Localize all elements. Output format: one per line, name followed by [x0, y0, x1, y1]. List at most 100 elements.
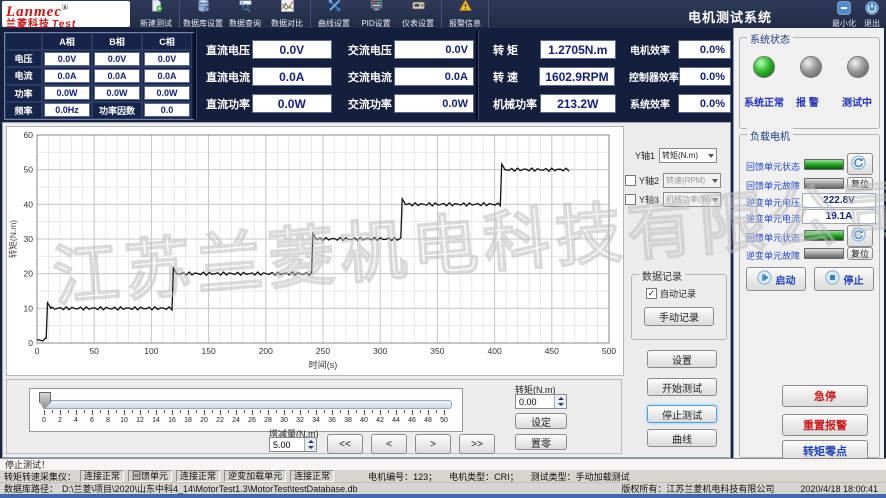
slider-tick — [332, 410, 333, 415]
app-title: 电机测试系统 — [688, 7, 772, 26]
y2-select[interactable]: 转速(RPM) — [663, 173, 721, 188]
data-record-title: 数据记录 — [639, 268, 685, 283]
slider-tick — [276, 410, 277, 413]
auto-record-checkbox[interactable]: ✓ — [646, 288, 657, 299]
testing-led — [847, 56, 869, 78]
torque-set-spinner[interactable]: 0.00 — [515, 394, 567, 409]
svg-text:0: 0 — [28, 338, 33, 348]
y1-select[interactable]: 转矩(N.m) — [659, 148, 717, 163]
database-settings-icon — [197, 0, 210, 18]
slider-tick — [268, 410, 269, 415]
exit-button[interactable]: 退出 — [864, 1, 880, 29]
slider-tick — [156, 410, 157, 415]
meter-value: 0.0A — [252, 67, 332, 86]
path-bar: 数据库路径： D:\兰菱\项目\2020\山东中科4_14\MotorTest1… — [0, 482, 886, 494]
mechanical-panel: 转 矩1.2705N.m电机效率0.0%转 速1602.9RPM控制器效率0.0… — [479, 28, 731, 122]
database-settings-button[interactable]: 数据库设置 — [182, 0, 224, 28]
slider-tick — [356, 410, 357, 413]
alarm-info-button[interactable]: 报警信息 — [444, 0, 486, 28]
slider-tick-label: 28 — [264, 417, 272, 424]
meter-value: 0.0V — [394, 40, 474, 59]
phase-value: 0.0W — [142, 85, 192, 102]
slider-tick — [92, 410, 93, 415]
torque-slider[interactable]: 0246810121416182022242628303234363840424… — [29, 388, 463, 432]
feedback-reset-button[interactable]: 复位 — [847, 177, 873, 190]
data-compare-button[interactable]: 数据对比 — [266, 0, 308, 28]
nav-fast-forward-button[interactable]: >> — [459, 434, 495, 454]
alarm-led — [800, 56, 822, 78]
slider-tick — [100, 410, 101, 413]
phase-value: 0.0W — [42, 85, 92, 102]
chart-box: 0501001502002503003504004505000102030405… — [6, 126, 624, 376]
spinner-arrows-icon[interactable] — [304, 438, 316, 451]
start-button[interactable]: 启动 — [746, 267, 806, 291]
svg-text:30: 30 — [24, 234, 34, 244]
y3-select[interactable]: 机械功率(W) — [663, 192, 721, 207]
slider-tick — [364, 410, 365, 415]
right-panel: 系统状态 系统正常 报 警 测试中 负载电机 回馈单元状态 回馈单元故障 复位 … — [733, 28, 884, 464]
nav-back-button[interactable]: < — [371, 434, 407, 454]
phase-label: A相 — [42, 33, 92, 50]
new-test-button[interactable]: 新建测试 — [135, 0, 177, 28]
reset-alarm-button[interactable]: 重置报警 — [782, 414, 868, 436]
settings-button[interactable]: 设置 — [647, 350, 717, 368]
db-path-label: 数据库路径： — [4, 483, 58, 494]
stop-test-button[interactable]: 停止测试 — [647, 405, 717, 423]
slider-tick-label: 30 — [280, 417, 288, 424]
minimize-button[interactable]: 最小化 — [832, 1, 856, 29]
slider-tick — [188, 410, 189, 415]
step-amount-spinner[interactable]: 5.00 — [269, 437, 317, 452]
data-query-button[interactable]: 数据查询 — [224, 0, 266, 28]
y2-label: Y轴2 — [639, 174, 659, 187]
inverter-refresh-button[interactable] — [847, 225, 873, 247]
manual-record-button[interactable]: 手动记录 — [644, 307, 714, 326]
inverter-unit-label: 逆变加载单元 — [224, 470, 286, 482]
meter-label: 电机效率 — [630, 42, 678, 57]
slider-tick-label: 16 — [168, 417, 176, 424]
svg-text:500: 500 — [602, 346, 616, 356]
pid-settings-button[interactable]: PID设置 — [355, 0, 397, 28]
test-type: 测试类型：手动加载测试 — [531, 470, 630, 483]
slider-tick-label: 4 — [74, 417, 78, 424]
slider-tick — [228, 410, 229, 413]
slider-tick-label: 40 — [360, 417, 368, 424]
slider-tick — [44, 410, 45, 415]
phase-label: 电压 — [5, 50, 42, 67]
meter-label: 控制器效率 — [629, 69, 679, 84]
collector-label: 转矩转速采集仪： — [4, 470, 76, 483]
meter-value: 0.0% — [678, 94, 731, 113]
slider-track[interactable] — [42, 400, 452, 409]
slider-tick-label: 50 — [440, 417, 448, 424]
copyright: 版权所有：江苏兰菱机电科技有限公司 — [621, 483, 774, 494]
app-window: Lanmec® 兰菱科技Test 新建测试数据库设置数据查询数据对比曲线设置PI… — [0, 0, 886, 498]
feedback-status2-bar — [804, 230, 844, 241]
meter-value: 1.2705N.m — [540, 40, 616, 59]
inverter-reset-button[interactable]: 复位 — [847, 247, 873, 260]
curve-button[interactable]: 曲线 — [647, 429, 717, 447]
feedback-refresh-button[interactable] — [847, 153, 873, 175]
slider-tick — [108, 410, 109, 415]
stop-button[interactable]: 停止 — [814, 267, 874, 291]
set-button[interactable]: 设定 — [515, 413, 567, 429]
svg-text:转矩(N.m): 转矩(N.m) — [8, 220, 18, 258]
meter-settings-button[interactable]: 仪表设置 — [397, 0, 439, 28]
curve-settings-button[interactable]: 曲线设置 — [313, 0, 355, 28]
titlebar: Lanmec® 兰菱科技Test 新建测试数据库设置数据查询数据对比曲线设置PI… — [0, 0, 886, 28]
data-compare-icon — [281, 0, 294, 18]
start-test-button[interactable]: 开始测试 — [647, 378, 717, 396]
phase-table: A相B相C相电压0.0V0.0V0.0V电流0.0A0.0A0.0A功率0.0W… — [4, 32, 195, 120]
slider-tick — [260, 410, 261, 413]
meter-label: 交流功率 — [348, 96, 394, 112]
y3-checkbox[interactable] — [625, 194, 636, 205]
zero-button[interactable]: 置零 — [515, 434, 567, 450]
y2-checkbox[interactable] — [625, 175, 636, 186]
slider-tick-label: 46 — [408, 417, 416, 424]
nav-forward-button[interactable]: > — [415, 434, 451, 454]
slider-tick — [388, 410, 389, 413]
emergency-stop-button[interactable]: 急停 — [782, 385, 868, 407]
spinner-arrows-icon[interactable] — [554, 395, 566, 408]
slider-tick — [420, 410, 421, 413]
slider-tick-label: 34 — [312, 417, 320, 424]
nav-fast-back-button[interactable]: << — [327, 434, 363, 454]
phase-label: C相 — [142, 33, 192, 50]
